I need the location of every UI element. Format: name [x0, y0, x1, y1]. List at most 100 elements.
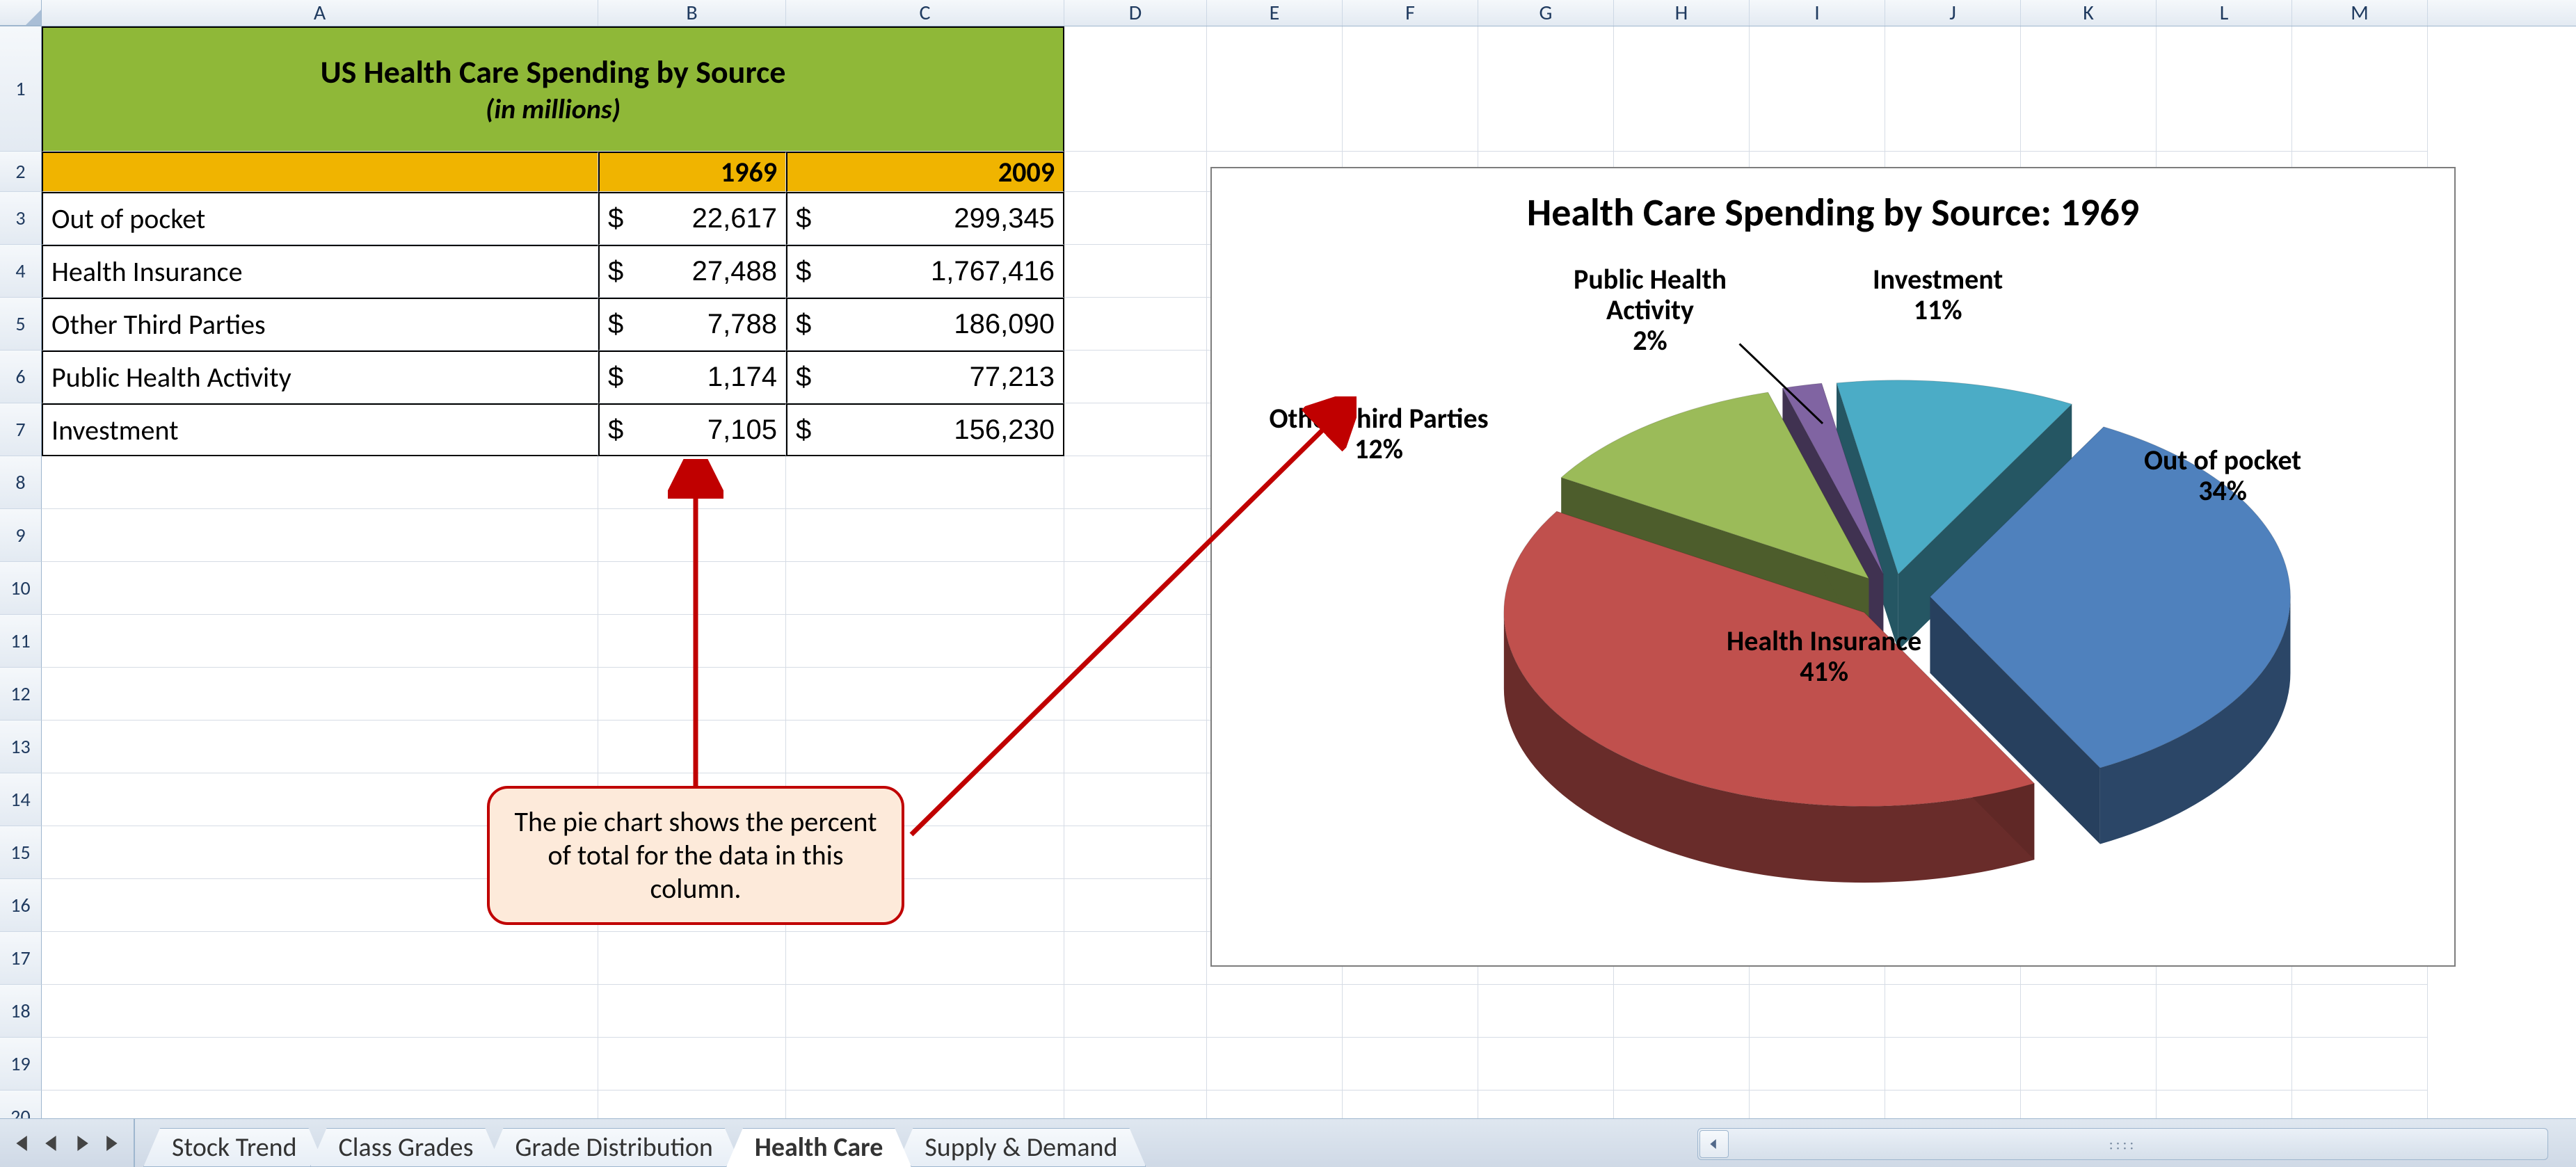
tab-nav-last-icon[interactable]: [99, 1129, 127, 1157]
cell-A7[interactable]: Investment: [42, 403, 598, 456]
cell-G1[interactable]: [1478, 26, 1614, 152]
cell-A5[interactable]: Other Third Parties: [42, 298, 598, 351]
cell-J1[interactable]: [1885, 26, 2021, 152]
row-header-11[interactable]: 11: [0, 615, 42, 668]
cell-E19[interactable]: [1207, 1038, 1343, 1090]
row-header-13[interactable]: 13: [0, 721, 42, 773]
col-header-L[interactable]: L: [2157, 0, 2292, 26]
cell-B7[interactable]: $7,105: [598, 403, 786, 456]
col-header-C[interactable]: C: [786, 0, 1064, 26]
col-header-E[interactable]: E: [1207, 0, 1343, 26]
cell-L19[interactable]: [2157, 1038, 2292, 1090]
cell-C19[interactable]: [786, 1038, 1064, 1090]
cell-C4[interactable]: $1,767,416: [786, 245, 1064, 298]
cell-F1[interactable]: [1343, 26, 1478, 152]
cell-M1[interactable]: [2292, 26, 2428, 152]
col-header-I[interactable]: I: [1750, 0, 1885, 26]
cell-D4[interactable]: [1064, 245, 1207, 298]
cell-A10[interactable]: [42, 562, 598, 615]
row-header-4[interactable]: 4: [0, 245, 42, 298]
row-header-5[interactable]: 5: [0, 298, 42, 351]
cell-A9[interactable]: [42, 509, 598, 562]
cell-C6[interactable]: $77,213: [786, 351, 1064, 403]
cell-A13[interactable]: [42, 721, 598, 773]
row-header-7[interactable]: 7: [0, 403, 42, 456]
col-header-G[interactable]: G: [1478, 0, 1614, 26]
sheet-tab-supply-demand[interactable]: Supply & Demand: [896, 1128, 1146, 1167]
cell-I18[interactable]: [1750, 985, 1885, 1038]
row-header-12[interactable]: 12: [0, 668, 42, 721]
row-header-16[interactable]: 16: [0, 879, 42, 932]
col-header-D[interactable]: D: [1064, 0, 1207, 26]
row-header-17[interactable]: 17: [0, 932, 42, 985]
cell-G18[interactable]: [1478, 985, 1614, 1038]
sheet-tab-stock-trend[interactable]: Stock Trend: [143, 1128, 326, 1167]
cell-J19[interactable]: [1885, 1038, 2021, 1090]
cell-B6[interactable]: $1,174: [598, 351, 786, 403]
cell-B4[interactable]: $27,488: [598, 245, 786, 298]
row-header-2[interactable]: 2: [0, 152, 42, 192]
cell-H18[interactable]: [1614, 985, 1750, 1038]
cell-B18[interactable]: [598, 985, 786, 1038]
cell-H1[interactable]: [1614, 26, 1750, 152]
cell-K18[interactable]: [2021, 985, 2157, 1038]
cell-B19[interactable]: [598, 1038, 786, 1090]
cell-A2[interactable]: [42, 152, 598, 192]
cell-F18[interactable]: [1343, 985, 1478, 1038]
cell-B17[interactable]: [598, 932, 786, 985]
cell-A12[interactable]: [42, 668, 598, 721]
cell-D5[interactable]: [1064, 298, 1207, 351]
row-header-9[interactable]: 9: [0, 509, 42, 562]
row-header-3[interactable]: 3: [0, 192, 42, 245]
cell-I1[interactable]: [1750, 26, 1885, 152]
col-header-K[interactable]: K: [2021, 0, 2157, 26]
cell-D16[interactable]: [1064, 879, 1207, 932]
col-header-H[interactable]: H: [1614, 0, 1750, 26]
tab-nav-next-icon[interactable]: [68, 1129, 96, 1157]
row-header-19[interactable]: 19: [0, 1038, 42, 1090]
cell-C2[interactable]: 2009: [786, 152, 1064, 192]
cell-A1[interactable]: US Health Care Spending by Source(in mil…: [42, 26, 1064, 152]
sheet-tab-grade-distribution[interactable]: Grade Distribution: [486, 1128, 741, 1167]
cell-A19[interactable]: [42, 1038, 598, 1090]
cell-E1[interactable]: [1207, 26, 1343, 152]
cell-D17[interactable]: [1064, 932, 1207, 985]
cell-C3[interactable]: $299,345: [786, 192, 1064, 245]
tab-nav-first-icon[interactable]: [7, 1129, 35, 1157]
cell-F19[interactable]: [1343, 1038, 1478, 1090]
col-header-A[interactable]: A: [42, 0, 598, 26]
cell-A3[interactable]: Out of pocket: [42, 192, 598, 245]
cell-H19[interactable]: [1614, 1038, 1750, 1090]
col-header-B[interactable]: B: [598, 0, 786, 26]
cell-L18[interactable]: [2157, 985, 2292, 1038]
cell-B3[interactable]: $22,617: [598, 192, 786, 245]
cell-D1[interactable]: [1064, 26, 1207, 152]
horizontal-scrollbar[interactable]: ::::: [1697, 1128, 2548, 1160]
row-header-15[interactable]: 15: [0, 826, 42, 879]
cell-B2[interactable]: 1969: [598, 152, 786, 192]
cell-M18[interactable]: [2292, 985, 2428, 1038]
row-header-6[interactable]: 6: [0, 351, 42, 403]
cell-D18[interactable]: [1064, 985, 1207, 1038]
cell-A18[interactable]: [42, 985, 598, 1038]
cell-C18[interactable]: [786, 985, 1064, 1038]
cell-L1[interactable]: [2157, 26, 2292, 152]
tab-nav-prev-icon[interactable]: [38, 1129, 65, 1157]
row-header-1[interactable]: 1: [0, 26, 42, 152]
cell-D6[interactable]: [1064, 351, 1207, 403]
cell-D2[interactable]: [1064, 152, 1207, 192]
row-header-10[interactable]: 10: [0, 562, 42, 615]
row-header-8[interactable]: 8: [0, 456, 42, 509]
row-header-18[interactable]: 18: [0, 985, 42, 1038]
row-header-14[interactable]: 14: [0, 773, 42, 826]
cell-C5[interactable]: $186,090: [786, 298, 1064, 351]
cell-D3[interactable]: [1064, 192, 1207, 245]
scroll-left-icon[interactable]: [1699, 1130, 1729, 1158]
cell-J18[interactable]: [1885, 985, 2021, 1038]
cell-K1[interactable]: [2021, 26, 2157, 152]
cell-I19[interactable]: [1750, 1038, 1885, 1090]
cell-G19[interactable]: [1478, 1038, 1614, 1090]
cell-M19[interactable]: [2292, 1038, 2428, 1090]
sheet-tab-class-grades[interactable]: Class Grades: [310, 1128, 502, 1167]
pie-chart[interactable]: Health Care Spending by Source: 1969 Out…: [1210, 167, 2456, 967]
